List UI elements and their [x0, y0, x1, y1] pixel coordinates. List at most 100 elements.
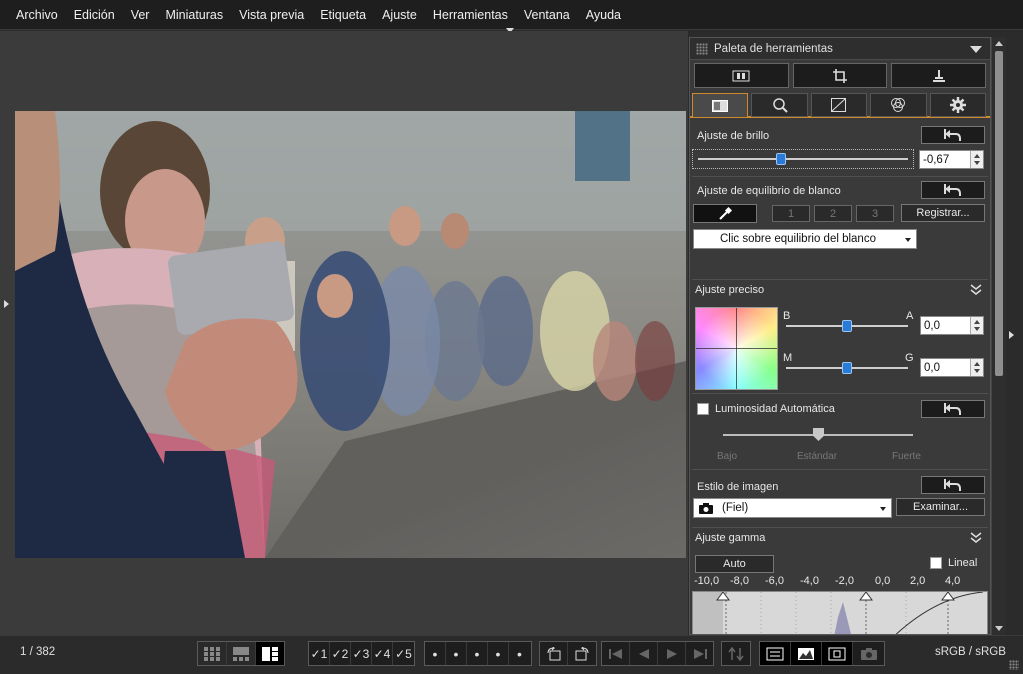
rating-button[interactable]: • — [425, 642, 446, 665]
tab-basic[interactable] — [692, 93, 749, 117]
scroll-down-icon[interactable] — [995, 626, 1003, 631]
menu-item[interactable]: Ver — [123, 0, 158, 30]
check-mark-button[interactable]: ✓1 — [309, 642, 330, 665]
browse-button[interactable]: Examinar... — [896, 498, 985, 516]
scroll-thumb[interactable] — [995, 51, 1003, 376]
focus-button[interactable] — [822, 642, 853, 665]
spin-down-icon[interactable] — [974, 369, 980, 373]
brightness-thumb[interactable] — [775, 153, 786, 165]
brightness-spin-buttons[interactable] — [970, 151, 983, 168]
wb-preset-2[interactable]: 2 — [814, 205, 852, 222]
gamma-tick: -6,0 — [765, 575, 784, 587]
ba-spinbox[interactable]: 0,0 — [920, 316, 984, 335]
menu-item[interactable]: Ayuda — [578, 0, 629, 30]
menu-item[interactable]: Vista previa — [231, 0, 312, 30]
rating-button[interactable]: • — [467, 642, 488, 665]
menu-item[interactable]: Ventana — [516, 0, 578, 30]
sort-button[interactable] — [722, 642, 750, 665]
filmstrip-button[interactable] — [694, 63, 789, 88]
next-image-button[interactable] — [658, 642, 686, 665]
crop-button[interactable] — [792, 63, 888, 88]
check-mark-button[interactable]: ✓3 — [351, 642, 372, 665]
check-mark-group: ✓1 ✓2 ✓3 ✓4 ✓5 — [308, 641, 415, 666]
gamma-histogram[interactable] — [692, 591, 988, 634]
scroll-up-icon[interactable] — [995, 41, 1003, 46]
compare-button[interactable] — [760, 642, 791, 665]
menu-item[interactable]: Archivo — [8, 0, 66, 30]
crop-icon — [833, 68, 847, 83]
gamma-auto-button[interactable]: Auto — [695, 555, 774, 573]
brightness-reset-button[interactable] — [921, 126, 985, 144]
color-wheel-icon — [891, 98, 906, 112]
wb-preset-3[interactable]: 3 — [856, 205, 894, 222]
grip-icon[interactable] — [696, 43, 708, 55]
check-mark-button[interactable]: ✓5 — [393, 642, 414, 665]
eyedropper-button[interactable] — [693, 204, 757, 223]
stamp-button[interactable] — [891, 63, 987, 88]
color-grid[interactable] — [695, 307, 778, 390]
spin-up-icon[interactable] — [974, 362, 980, 366]
tab-detail[interactable] — [751, 93, 808, 117]
rotate-right-button[interactable] — [568, 642, 596, 665]
preview-image — [15, 111, 686, 558]
check-mark-button[interactable]: ✓4 — [372, 642, 393, 665]
auto-lighting-reset-button[interactable] — [921, 400, 985, 418]
brightness-slider[interactable] — [692, 149, 914, 169]
spin-down-icon[interactable] — [974, 327, 980, 331]
previous-image-button[interactable] — [630, 642, 658, 665]
picture-style-reset-button[interactable] — [921, 476, 985, 494]
palette-scrollbar[interactable] — [991, 37, 1006, 635]
histogram-button[interactable] — [791, 642, 822, 665]
menu-item[interactable]: Etiqueta — [312, 0, 374, 30]
wb-mode-select[interactable]: Clic sobre equilibrio del blanco — [693, 229, 917, 249]
filmstrip-icon — [732, 70, 750, 81]
collapse-right-icon[interactable] — [1009, 331, 1014, 339]
menu-item[interactable]: Herramientas — [425, 0, 516, 30]
camera-button[interactable] — [853, 642, 884, 665]
first-image-button[interactable] — [602, 642, 630, 665]
auto-lighting-thumb[interactable] — [813, 428, 824, 441]
list-view-button[interactable] — [227, 642, 256, 665]
tab-tone-curve[interactable] — [810, 93, 868, 117]
palette-toolbar — [690, 60, 990, 91]
rating-button[interactable]: • — [509, 642, 530, 665]
ba-spin-buttons[interactable] — [970, 317, 983, 334]
rating-button[interactable]: • — [446, 642, 467, 665]
single-view-icon — [262, 646, 278, 661]
palette-header[interactable]: Paleta de herramientas — [690, 38, 990, 60]
menu-item[interactable]: Edición — [66, 0, 123, 30]
last-image-button[interactable] — [686, 642, 713, 665]
rotate-left-button[interactable] — [540, 642, 568, 665]
tab-settings[interactable] — [929, 93, 987, 117]
prev-icon — [638, 648, 649, 659]
grid-view-button[interactable] — [198, 642, 227, 665]
single-view-button[interactable] — [256, 642, 284, 665]
palette-menu-icon[interactable] — [970, 46, 982, 53]
ba-left-label: B — [783, 310, 791, 322]
auto-lighting-checkbox[interactable] — [697, 403, 709, 415]
gamma-section: Ajuste gamma Auto Lineal -10,0 -8,0 -6,0… — [690, 528, 990, 634]
spin-down-icon[interactable] — [974, 161, 980, 165]
picture-style-select[interactable]: (Fiel) — [693, 498, 892, 518]
spin-up-icon[interactable] — [974, 154, 980, 158]
menu-item[interactable]: Miniaturas — [157, 0, 231, 30]
spin-up-icon[interactable] — [974, 320, 980, 324]
picture-style-section: Estilo de imagen (Fiel) Examinar... — [690, 470, 990, 525]
mg-spin-buttons[interactable] — [970, 359, 983, 376]
menu-item[interactable]: Ajuste — [374, 0, 425, 30]
mg-slider-thumb[interactable] — [842, 362, 852, 374]
collapse-chevron-icon[interactable] — [970, 531, 982, 543]
resize-grip-icon[interactable] — [1009, 660, 1019, 670]
check-mark-button[interactable]: ✓2 — [330, 642, 351, 665]
brightness-spinbox[interactable]: -0,67 — [919, 150, 984, 169]
collapse-left-icon[interactable] — [4, 300, 9, 308]
linear-checkbox[interactable] — [930, 557, 942, 569]
collapse-chevron-icon[interactable] — [970, 283, 982, 295]
rating-button[interactable]: • — [488, 642, 509, 665]
wb-preset-1[interactable]: 1 — [772, 205, 810, 222]
register-button[interactable]: Registrar... — [901, 204, 985, 222]
white-balance-reset-button[interactable] — [921, 181, 985, 199]
tab-color[interactable] — [870, 93, 927, 117]
ba-slider-thumb[interactable] — [842, 320, 852, 332]
mg-spinbox[interactable]: 0,0 — [920, 358, 984, 377]
